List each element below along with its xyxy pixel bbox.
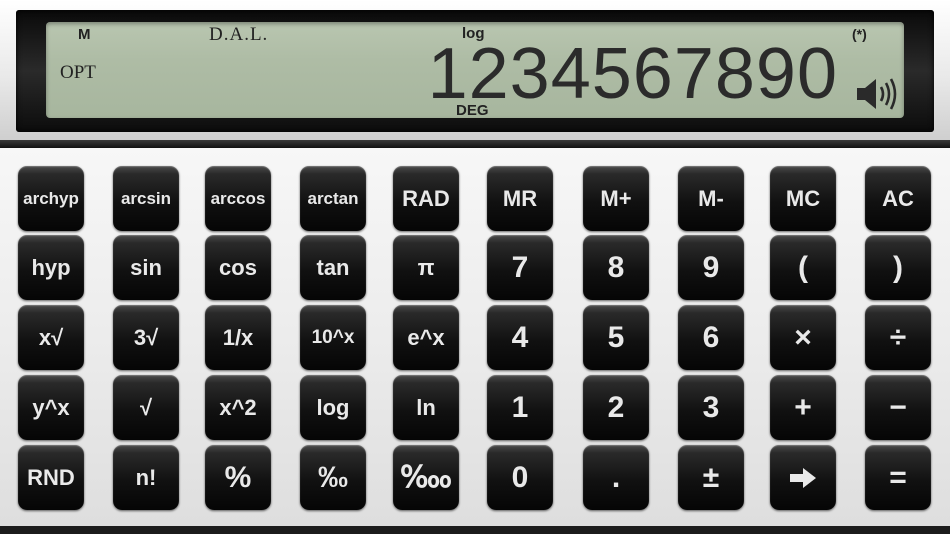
ln-button[interactable]: ln <box>393 375 459 440</box>
asterisk-indicator: (*) <box>852 26 867 42</box>
factorial-button[interactable]: n! <box>113 445 179 510</box>
digit-1-button[interactable]: 1 <box>487 375 553 440</box>
minus-button[interactable]: − <box>865 375 931 440</box>
backspace-button[interactable] <box>770 445 836 510</box>
digit-2-button[interactable]: 2 <box>583 375 649 440</box>
digit-7-button[interactable]: 7 <box>487 235 553 300</box>
permille-button[interactable]: ‰ <box>300 445 366 510</box>
digit-4-button[interactable]: 4 <box>487 305 553 370</box>
lcd-screen: M D.A.L. log (*) OPT DEG 1234567890 <box>46 22 904 119</box>
ten-power-button[interactable]: 10^x <box>300 305 366 370</box>
percent-button[interactable]: % <box>205 445 271 510</box>
hyp-button[interactable]: hyp <box>18 235 84 300</box>
option-indicator: OPT <box>60 62 96 83</box>
left-paren-button[interactable]: ( <box>770 235 836 300</box>
digit-6-button[interactable]: 6 <box>678 305 744 370</box>
dal-indicator: D.A.L. <box>209 24 269 45</box>
y-power-button[interactable]: y^x <box>18 375 84 440</box>
memory-add-button[interactable]: M+ <box>583 166 649 231</box>
cube-root-button[interactable]: 3√ <box>113 305 179 370</box>
digit-8-button[interactable]: 8 <box>583 235 649 300</box>
tan-button[interactable]: tan <box>300 235 366 300</box>
arcsin-button[interactable]: arcsin <box>113 166 179 231</box>
rad-button[interactable]: RAD <box>393 166 459 231</box>
square-root-button[interactable]: √ <box>113 375 179 440</box>
digit-5-button[interactable]: 5 <box>583 305 649 370</box>
permyriad-button[interactable]: ‱ <box>393 445 459 510</box>
sin-button[interactable]: sin <box>113 235 179 300</box>
all-clear-button[interactable]: AC <box>865 166 931 231</box>
memory-indicator: M <box>78 26 91 43</box>
display-divider <box>0 140 950 148</box>
right-paren-button[interactable]: ) <box>865 235 931 300</box>
x-root-button[interactable]: x√ <box>18 305 84 370</box>
cos-button[interactable]: cos <box>205 235 271 300</box>
e-power-button[interactable]: e^x <box>393 305 459 370</box>
divide-button[interactable]: ÷ <box>865 305 931 370</box>
log-button[interactable]: log <box>300 375 366 440</box>
reciprocal-button[interactable]: 1/x <box>205 305 271 370</box>
equals-button[interactable]: = <box>865 445 931 510</box>
keypad: archyp arcsin arccos arctan RAD MR M+ M-… <box>0 148 950 526</box>
arccos-button[interactable]: arccos <box>205 166 271 231</box>
multiply-button[interactable]: × <box>770 305 836 370</box>
digit-9-button[interactable]: 9 <box>678 235 744 300</box>
digit-3-button[interactable]: 3 <box>678 375 744 440</box>
right-arrow-icon <box>790 467 816 488</box>
pi-button[interactable]: π <box>393 235 459 300</box>
plus-minus-button[interactable]: ± <box>678 445 744 510</box>
arctan-button[interactable]: arctan <box>300 166 366 231</box>
bottom-edge <box>0 526 950 534</box>
speaker-volume-icon[interactable] <box>854 76 900 112</box>
decimal-point-button[interactable]: . <box>583 445 649 510</box>
square-button[interactable]: x^2 <box>205 375 271 440</box>
display-value: 1234567890 <box>427 34 838 114</box>
display-panel: M D.A.L. log (*) OPT DEG 1234567890 <box>0 0 950 140</box>
digit-0-button[interactable]: 0 <box>487 445 553 510</box>
memory-clear-button[interactable]: MC <box>770 166 836 231</box>
plus-button[interactable]: + <box>770 375 836 440</box>
archyp-button[interactable]: archyp <box>18 166 84 231</box>
memory-subtract-button[interactable]: M- <box>678 166 744 231</box>
random-button[interactable]: RND <box>18 445 84 510</box>
memory-recall-button[interactable]: MR <box>487 166 553 231</box>
